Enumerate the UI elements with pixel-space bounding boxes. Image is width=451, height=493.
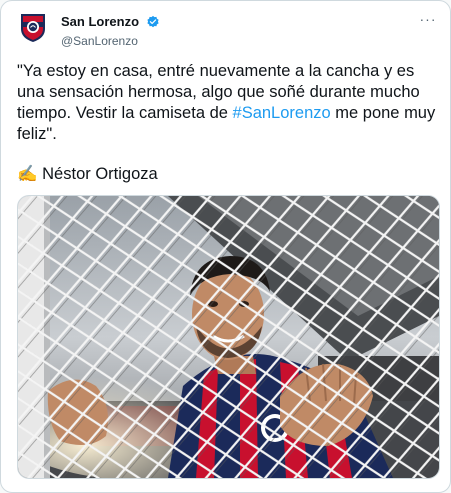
signature-name: Néstor Ortigoza	[42, 165, 158, 183]
photo-player-behind-net	[18, 196, 439, 478]
signature-line: ✍️ Néstor Ortigoza	[17, 165, 158, 184]
tweet-card[interactable]: San Lorenzo @SanLorenzo ··· "Ya estoy en…	[0, 0, 451, 493]
san-lorenzo-crest-icon	[21, 14, 45, 42]
display-name[interactable]: San Lorenzo	[61, 14, 139, 29]
writing-hand-icon: ✍️	[17, 165, 38, 183]
verified-badge-icon	[147, 15, 160, 27]
tweet-photo[interactable]	[17, 195, 440, 479]
more-options-icon[interactable]: ···	[418, 12, 438, 27]
hashtag-link[interactable]: #SanLorenzo	[233, 104, 331, 122]
tweet-text: "Ya estoy en casa, entré nuevamente a la…	[17, 61, 437, 145]
account-handle[interactable]: @SanLorenzo	[61, 34, 160, 48]
tweet-header: San Lorenzo @SanLorenzo ···	[17, 11, 438, 48]
avatar[interactable]	[17, 11, 49, 43]
